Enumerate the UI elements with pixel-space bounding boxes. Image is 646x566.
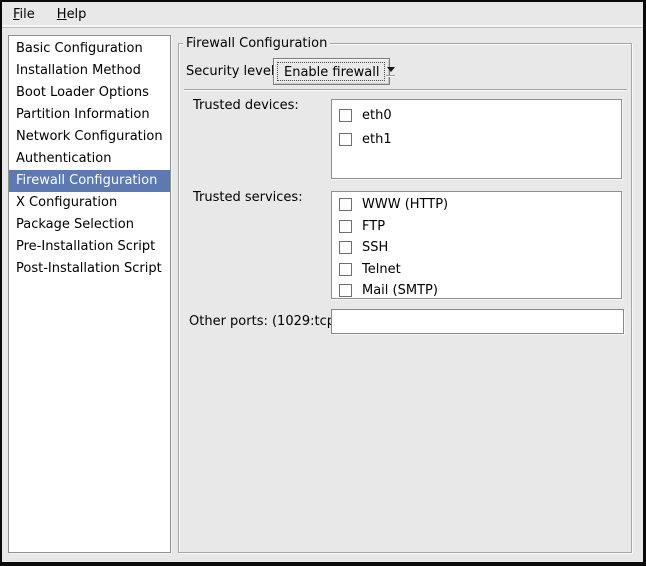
security-level-select[interactable]: Enable firewall [273,58,390,85]
checkbox-label: eth1 [362,132,392,147]
sidebar-item-basic-configuration[interactable]: Basic Configuration [9,38,170,60]
checkbox-label: eth0 [362,108,392,123]
kickstart-configurator-window: File Help Basic ConfigurationInstallation… [0,0,646,566]
sidebar-item-firewall-configuration[interactable]: Firewall Configuration [9,170,170,192]
sidebar-item-authentication[interactable]: Authentication [9,148,170,170]
security-level-value: Enable firewall [277,62,385,81]
list-item-mail-smtp[interactable]: Mail (SMTP) [332,280,621,299]
checkbox-label: WWW (HTTP) [362,197,448,212]
list-item-www-http[interactable]: WWW (HTTP) [332,194,621,216]
firewall-configuration-frame: Firewall Configuration Security level: E… [178,43,632,553]
list-item-ssh[interactable]: SSH [332,237,621,259]
trusted-services-list[interactable]: WWW (HTTP) FTP SSH Telnet Mail (SMTP) [331,191,622,299]
sidebar-item-post-installation-script[interactable]: Post-Installation Script [9,258,170,280]
sidebar-item-network-configuration[interactable]: Network Configuration [9,126,170,148]
checkbox[interactable] [339,241,352,254]
trusted-devices-label: Trusted devices: [193,98,299,114]
sidebar-item-partition-information[interactable]: Partition Information [9,104,170,126]
other-ports-label: Other ports: (1029:tcp) [189,314,340,330]
sidebar-item-pre-installation-script[interactable]: Pre-Installation Script [9,236,170,258]
trusted-devices-list[interactable]: eth0 eth1 [331,99,622,179]
list-item-ftp[interactable]: FTP [332,216,621,238]
chevron-down-icon [386,59,395,84]
checkbox[interactable] [339,109,352,122]
checkbox-label: FTP [362,219,385,234]
checkbox-label: Mail (SMTP) [362,283,438,298]
checkbox[interactable] [339,133,352,146]
sidebar-item-boot-loader-options[interactable]: Boot Loader Options [9,82,170,104]
sidebar-item-installation-method[interactable]: Installation Method [9,60,170,82]
checkbox-label: SSH [362,240,388,255]
menu-help[interactable]: Help [51,2,93,27]
sidebar-item-x-configuration[interactable]: X Configuration [9,192,170,214]
checkbox-label: Telnet [362,262,401,277]
horizontal-separator [184,89,627,91]
security-level-label: Security level: [186,64,279,80]
list-item-eth1[interactable]: eth1 [332,127,621,151]
section-list[interactable]: Basic ConfigurationInstallation MethodBo… [8,35,171,553]
checkbox[interactable] [339,220,352,233]
list-item-telnet[interactable]: Telnet [332,259,621,281]
frame-title: Firewall Configuration [183,35,330,52]
menu-bar: File Help [2,2,643,28]
checkbox[interactable] [339,284,352,297]
list-item-eth0[interactable]: eth0 [332,103,621,127]
trusted-services-label: Trusted services: [193,190,303,206]
checkbox[interactable] [339,198,352,211]
checkbox[interactable] [339,263,352,276]
sidebar-item-package-selection[interactable]: Package Selection [9,214,170,236]
menu-file[interactable]: File [7,2,41,27]
other-ports-input[interactable] [331,309,624,334]
